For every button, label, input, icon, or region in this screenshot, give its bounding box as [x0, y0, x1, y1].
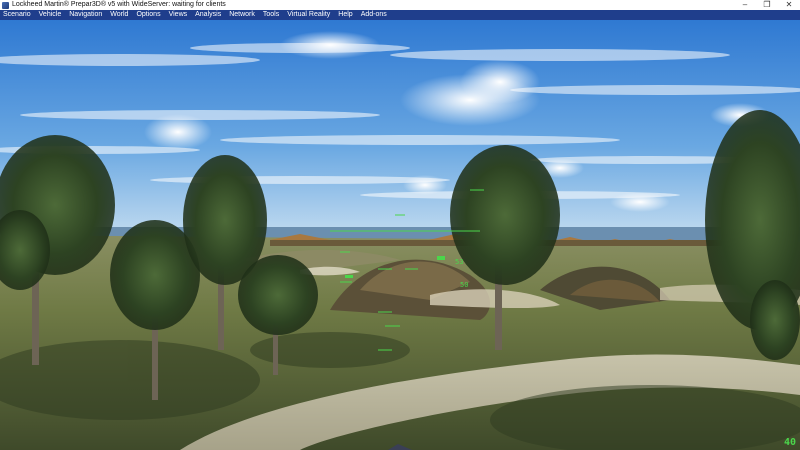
app-icon	[2, 1, 9, 9]
menu-virtual-reality[interactable]: Virtual Reality	[283, 10, 334, 20]
title-bar: Lockheed Martin® Prepar3D® v5 with WideS…	[0, 0, 800, 10]
window-title: Lockheed Martin® Prepar3D® v5 with WideS…	[12, 1, 226, 8]
menu-world[interactable]: World	[106, 10, 132, 20]
hud-label-b: 50	[460, 281, 468, 289]
menu-navigation[interactable]: Navigation	[65, 10, 106, 20]
menu-scenario[interactable]: Scenario	[0, 10, 35, 20]
menu-bar: Scenario Vehicle Navigation World Option…	[0, 10, 800, 20]
frame-rate-counter: 40	[783, 437, 796, 448]
menu-vehicle[interactable]: Vehicle	[35, 10, 66, 20]
simulator-view[interactable]: 53 50 40	[0, 20, 800, 450]
menu-options[interactable]: Options	[132, 10, 164, 20]
hud-label-a: 53	[455, 258, 463, 266]
menu-network[interactable]: Network	[225, 10, 259, 20]
menu-add-ons[interactable]: Add-ons	[357, 10, 391, 20]
maximize-button[interactable]: ❐	[756, 0, 778, 10]
menu-tools[interactable]: Tools	[259, 10, 283, 20]
menu-analysis[interactable]: Analysis	[191, 10, 225, 20]
menu-views[interactable]: Views	[165, 10, 192, 20]
menu-help[interactable]: Help	[334, 10, 356, 20]
scenery: 53 50	[0, 20, 800, 450]
close-button[interactable]: ✕	[778, 0, 800, 10]
minimize-button[interactable]: –	[734, 0, 756, 10]
